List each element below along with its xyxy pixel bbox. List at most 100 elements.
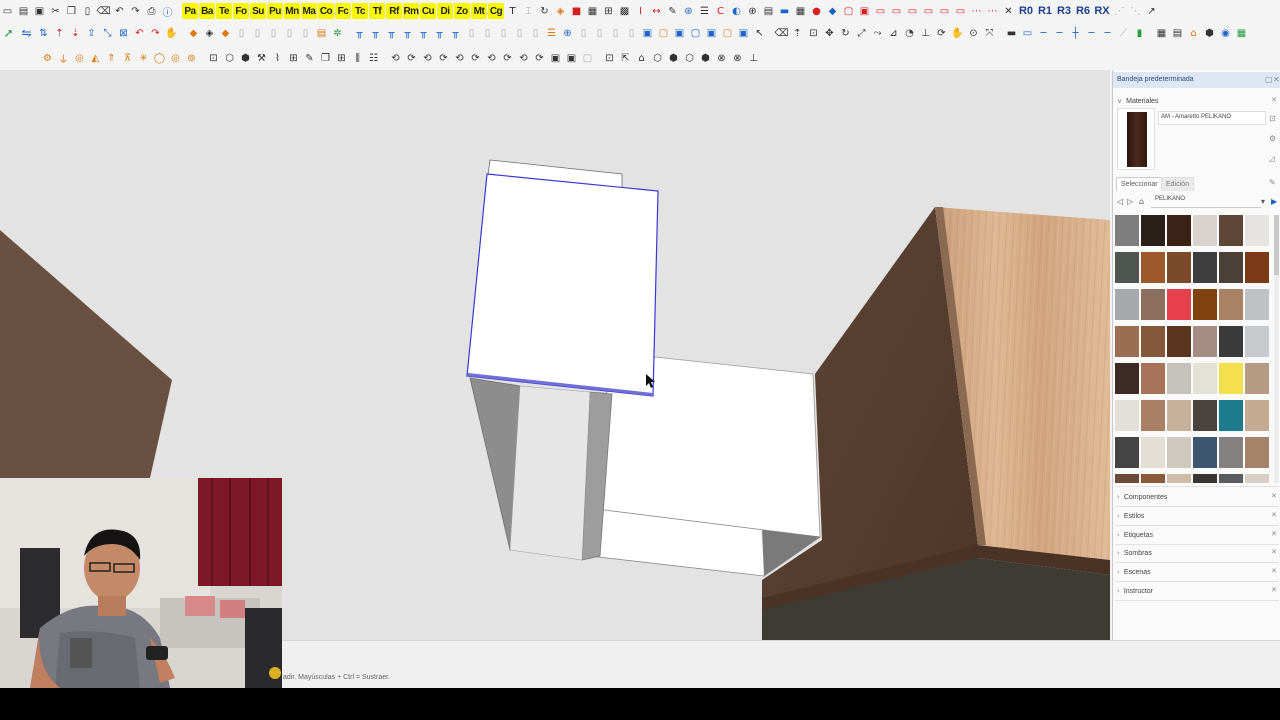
frame-icon-7[interactable]: ▭ xyxy=(937,3,952,19)
material-swatch[interactable] xyxy=(1167,400,1191,431)
material-swatch[interactable] xyxy=(1167,437,1191,468)
panel-frame-icon-3[interactable]: ▢ xyxy=(580,50,595,66)
plugin-button-ba[interactable]: Ba xyxy=(199,3,215,19)
redo-icon[interactable]: ↷ xyxy=(128,3,143,19)
rotate-icon-3[interactable]: ⟲ xyxy=(420,50,435,66)
material-swatch[interactable] xyxy=(1193,437,1217,468)
lock-icon[interactable]: ⊡ xyxy=(1269,114,1276,123)
plugin-button-cg[interactable]: Cg xyxy=(488,3,504,19)
plugin-button-tc[interactable]: Tc xyxy=(352,3,368,19)
details-icon[interactable]: ▶ xyxy=(1271,197,1277,206)
material-swatch[interactable] xyxy=(1219,474,1243,483)
select-cursor-icon[interactable]: ⇱ xyxy=(618,50,633,66)
material-swatch[interactable] xyxy=(1219,437,1243,468)
plugin-button-su[interactable]: Su xyxy=(250,3,266,19)
list-orange-icon[interactable]: ☰ xyxy=(544,25,559,41)
section-icon-8[interactable]: ⟋ xyxy=(1116,25,1131,41)
rotate-icon-8[interactable]: ⟳ xyxy=(500,50,515,66)
cube-icon-4[interactable]: ⬢ xyxy=(698,50,713,66)
frame-icon-6[interactable]: ▭ xyxy=(921,3,936,19)
section-instructor[interactable]: › Instructor xyxy=(1117,587,1153,595)
cube-icon-3[interactable]: ⬡ xyxy=(682,50,697,66)
paint-icon[interactable]: ◆ xyxy=(825,3,840,19)
table-icon[interactable]: ▦ xyxy=(793,3,808,19)
rotate-icon-7[interactable]: ⟲ xyxy=(484,50,499,66)
scale-icon[interactable]: ⤡ xyxy=(100,25,115,41)
left-cabinet-panel[interactable] xyxy=(0,230,172,478)
escenas-close-icon[interactable]: ✕ xyxy=(1271,567,1277,575)
panel-frame-icon-1[interactable]: ▣ xyxy=(548,50,563,66)
view-settings-icon[interactable]: ⚙ xyxy=(40,50,55,66)
shelf-icon-6[interactable]: ╥ xyxy=(432,25,447,41)
material-swatch[interactable] xyxy=(1245,474,1269,483)
wall-icon-1[interactable]: ▯ xyxy=(576,25,591,41)
forward-icon[interactable]: ▷ xyxy=(1127,197,1133,206)
material-swatch[interactable] xyxy=(1167,252,1191,283)
triangle-icon[interactable]: ◭ xyxy=(88,50,103,66)
panel-icon-4[interactable]: ▯ xyxy=(282,25,297,41)
pin-icon[interactable]: ⊥ xyxy=(746,50,761,66)
undo-red-icon[interactable]: ↶ xyxy=(132,25,147,41)
plugin-button-fc[interactable]: Fc xyxy=(335,3,351,19)
cursor-icon[interactable]: ↖ xyxy=(752,25,767,41)
measure-icon[interactable]: ⊞ xyxy=(601,3,616,19)
select-box-icon[interactable]: ⊡ xyxy=(602,50,617,66)
frame-icon-1[interactable]: ▢ xyxy=(841,3,856,19)
sparkle-icon[interactable]: ✳ xyxy=(136,50,151,66)
material-swatch[interactable] xyxy=(1219,252,1243,283)
rotate-r1-button[interactable]: R1 xyxy=(1036,3,1054,19)
door-icon-4[interactable]: ▯ xyxy=(512,25,527,41)
plugin-button-ma[interactable]: Ma xyxy=(301,3,317,19)
layers-icon[interactable]: ▤ xyxy=(761,3,776,19)
etiquetas-close-icon[interactable]: ✕ xyxy=(1271,530,1277,538)
follow-me-icon[interactable]: ⤳ xyxy=(870,25,885,41)
rotate-rx-button[interactable]: RX xyxy=(1093,3,1111,19)
component-options-icon[interactable]: ⊕ xyxy=(745,3,760,19)
plugin-button-mt[interactable]: Mt xyxy=(471,3,487,19)
shelf-icon-4[interactable]: ╥ xyxy=(400,25,415,41)
grid-box-icon[interactable]: ⊞ xyxy=(334,50,349,66)
sort-icon[interactable]: ⇅ xyxy=(36,25,51,41)
material-swatch[interactable] xyxy=(1167,215,1191,246)
axes-icon[interactable]: ⊥ xyxy=(918,25,933,41)
default-material-icon[interactable]: ◿ xyxy=(1269,154,1275,163)
cut-icon[interactable]: ✂ xyxy=(48,3,63,19)
section-icon-5[interactable]: ┼ xyxy=(1068,25,1083,41)
select-arrow-icon[interactable]: ➚ xyxy=(0,25,17,41)
material-swatch[interactable] xyxy=(1141,252,1165,283)
offset-icon[interactable]: ⊡ xyxy=(806,25,821,41)
material-swatch[interactable] xyxy=(1141,215,1165,246)
box-select-icon[interactable]: ⊡ xyxy=(206,50,221,66)
chevron-down-icon[interactable]: ▾ xyxy=(1261,197,1265,206)
material-swatch[interactable] xyxy=(1115,326,1139,357)
grid-icon[interactable]: ▩ xyxy=(617,3,632,19)
section-icon-1[interactable]: ▬ xyxy=(1004,25,1019,41)
material-swatch[interactable] xyxy=(1167,363,1191,394)
door-icon-3[interactable]: ▯ xyxy=(496,25,511,41)
plugin-button-cu[interactable]: Cu xyxy=(420,3,436,19)
report-icon[interactable]: ▤ xyxy=(1170,25,1185,41)
material-swatch[interactable] xyxy=(1115,437,1139,468)
vertex-tools-icon-1[interactable]: ⋰ xyxy=(1112,3,1127,19)
material-swatch[interactable] xyxy=(1167,289,1191,320)
material-swatch[interactable] xyxy=(1245,289,1269,320)
wall-icon-3[interactable]: ▯ xyxy=(608,25,623,41)
sombras-close-icon[interactable]: ✕ xyxy=(1271,548,1277,556)
material-swatch[interactable] xyxy=(1193,252,1217,283)
rotate-icon-4[interactable]: ⟳ xyxy=(436,50,451,66)
shelf-icon-1[interactable]: ╥ xyxy=(352,25,367,41)
vertical-dimension-icon[interactable]: I xyxy=(633,3,648,19)
tape-icon[interactable]: ⊿ xyxy=(886,25,901,41)
drawer-icon[interactable]: ▤ xyxy=(314,25,329,41)
cube-icon-2[interactable]: ⬢ xyxy=(666,50,681,66)
copy-icon[interactable]: ❐ xyxy=(64,3,79,19)
shelf-icon-3[interactable]: ╥ xyxy=(384,25,399,41)
section-sombras[interactable]: › Sombras xyxy=(1117,549,1152,557)
paint-bucket-icon[interactable]: ◈ xyxy=(553,3,568,19)
panel-icon-1[interactable]: ▯ xyxy=(234,25,249,41)
plugin-button-zo[interactable]: Zo xyxy=(454,3,470,19)
material-swatch[interactable] xyxy=(1245,437,1269,468)
material-swatch[interactable] xyxy=(1141,363,1165,394)
warehouse-icon[interactable]: ⌂ xyxy=(1186,25,1201,41)
section-componentes[interactable]: › Componentes xyxy=(1117,493,1167,501)
